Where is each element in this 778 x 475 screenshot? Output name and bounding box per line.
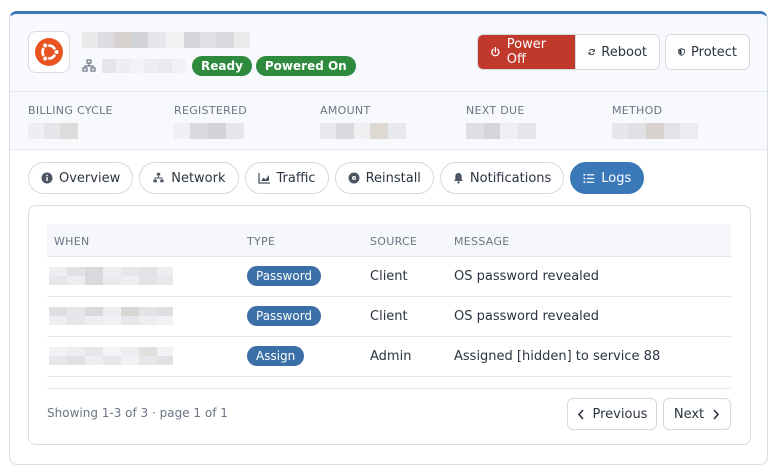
log-type-badge: Assign (247, 346, 305, 366)
previous-label: Previous (592, 406, 648, 422)
table-footer-divider (47, 388, 731, 389)
power-button-group: Power Off Reboot (477, 34, 660, 70)
table-row: Assign Admin Assigned [hidden] to servic… (47, 337, 731, 377)
value-redacted (174, 123, 247, 139)
status-badge-ready: Ready (192, 56, 252, 76)
service-card: Ready Powered On Power Off Reboot Protec… (9, 11, 768, 465)
shield-icon (678, 48, 685, 56)
tab-label: Overview (59, 170, 121, 186)
info-next-due: NEXT DUE (466, 104, 536, 139)
service-header: Ready Powered On Power Off Reboot Protec… (10, 14, 767, 92)
bell-icon (453, 173, 463, 184)
status-row: Ready Powered On (82, 56, 360, 76)
info-label: NEXT DUE (466, 104, 525, 117)
log-message: OS password revealed (454, 269, 600, 284)
power-off-label: Power Off (506, 37, 547, 67)
chevron-left-icon (577, 408, 584, 420)
ubuntu-icon (35, 38, 63, 66)
tab-label: Reinstall (365, 170, 421, 186)
table-header: WHEN TYPE SOURCE MESSAGE (47, 224, 731, 257)
timestamp-redacted (49, 347, 173, 365)
tab-label: Notifications (469, 170, 552, 186)
power-off-button[interactable]: Power Off (478, 35, 575, 69)
logs-panel: WHEN TYPE SOURCE MESSAGE Password Client… (28, 205, 751, 445)
column-header-when: WHEN (54, 235, 90, 248)
chevron-right-icon (713, 408, 720, 420)
disc-icon (348, 172, 360, 184)
timestamp-redacted (49, 307, 173, 325)
value-redacted (466, 123, 536, 139)
tab-label: Network (171, 170, 226, 186)
table-row: Password Client OS password revealed (47, 257, 731, 297)
protect-label: Protect (691, 44, 737, 60)
value-redacted (320, 123, 406, 139)
log-source: Admin (370, 349, 412, 364)
ip-redacted (102, 59, 186, 73)
column-header-type: TYPE (247, 235, 276, 248)
chart-icon (257, 173, 270, 184)
column-header-source: SOURCE (370, 235, 418, 248)
next-label: Next (673, 406, 705, 422)
refresh-icon (588, 48, 595, 56)
tab-label: Logs (601, 170, 632, 186)
power-icon (491, 46, 500, 57)
info-method: METHOD (612, 104, 698, 139)
log-type-badge: Password (247, 306, 322, 326)
os-logo (28, 31, 70, 73)
column-header-message: MESSAGE (454, 235, 510, 248)
info-amount: AMOUNT (320, 104, 406, 139)
list-icon (583, 173, 595, 183)
log-source: Client (370, 269, 408, 284)
table-row: Password Client OS password revealed (47, 297, 731, 337)
tab-label: Traffic (276, 170, 316, 186)
log-message: OS password revealed (454, 309, 600, 324)
info-label: REGISTERED (174, 104, 248, 117)
reboot-label: Reboot (601, 44, 647, 60)
log-message: Assigned [hidden] to service 88 (454, 349, 661, 364)
hostname-redacted (82, 32, 250, 48)
billing-info-strip: BILLING CYCLE REGISTERED AMOUNT NEXT DUE… (10, 92, 767, 150)
info-registered: REGISTERED (174, 104, 247, 139)
reboot-button[interactable]: Reboot (575, 35, 659, 69)
tab-reinstall[interactable]: Reinstall (334, 162, 434, 194)
info-icon (41, 172, 53, 184)
next-page-button[interactable]: Next (663, 398, 731, 430)
protect-button[interactable]: Protect (665, 34, 750, 70)
pagination-summary: Showing 1-3 of 3 · page 1 of 1 (47, 406, 228, 420)
info-label: BILLING CYCLE (28, 104, 113, 117)
previous-page-button[interactable]: Previous (567, 398, 657, 430)
tab-network[interactable]: Network (139, 162, 239, 194)
timestamp-redacted (49, 267, 173, 285)
tab-overview[interactable]: Overview (28, 162, 134, 194)
log-type-badge: Password (247, 266, 322, 286)
info-label: METHOD (612, 104, 663, 117)
info-billing-cycle: BILLING CYCLE (28, 104, 113, 139)
value-redacted (612, 123, 698, 139)
network-icon (82, 59, 96, 72)
tab-notifications[interactable]: Notifications (439, 162, 565, 194)
network-icon (153, 172, 164, 183)
log-source: Client (370, 309, 408, 324)
tab-logs[interactable]: Logs (570, 162, 645, 194)
status-badge-power: Powered On (255, 56, 356, 76)
tab-bar: Overview Network Traffic Reinstall Notif… (28, 162, 650, 194)
info-label: AMOUNT (320, 104, 371, 117)
value-redacted (28, 123, 113, 139)
tab-traffic[interactable]: Traffic (244, 162, 329, 194)
